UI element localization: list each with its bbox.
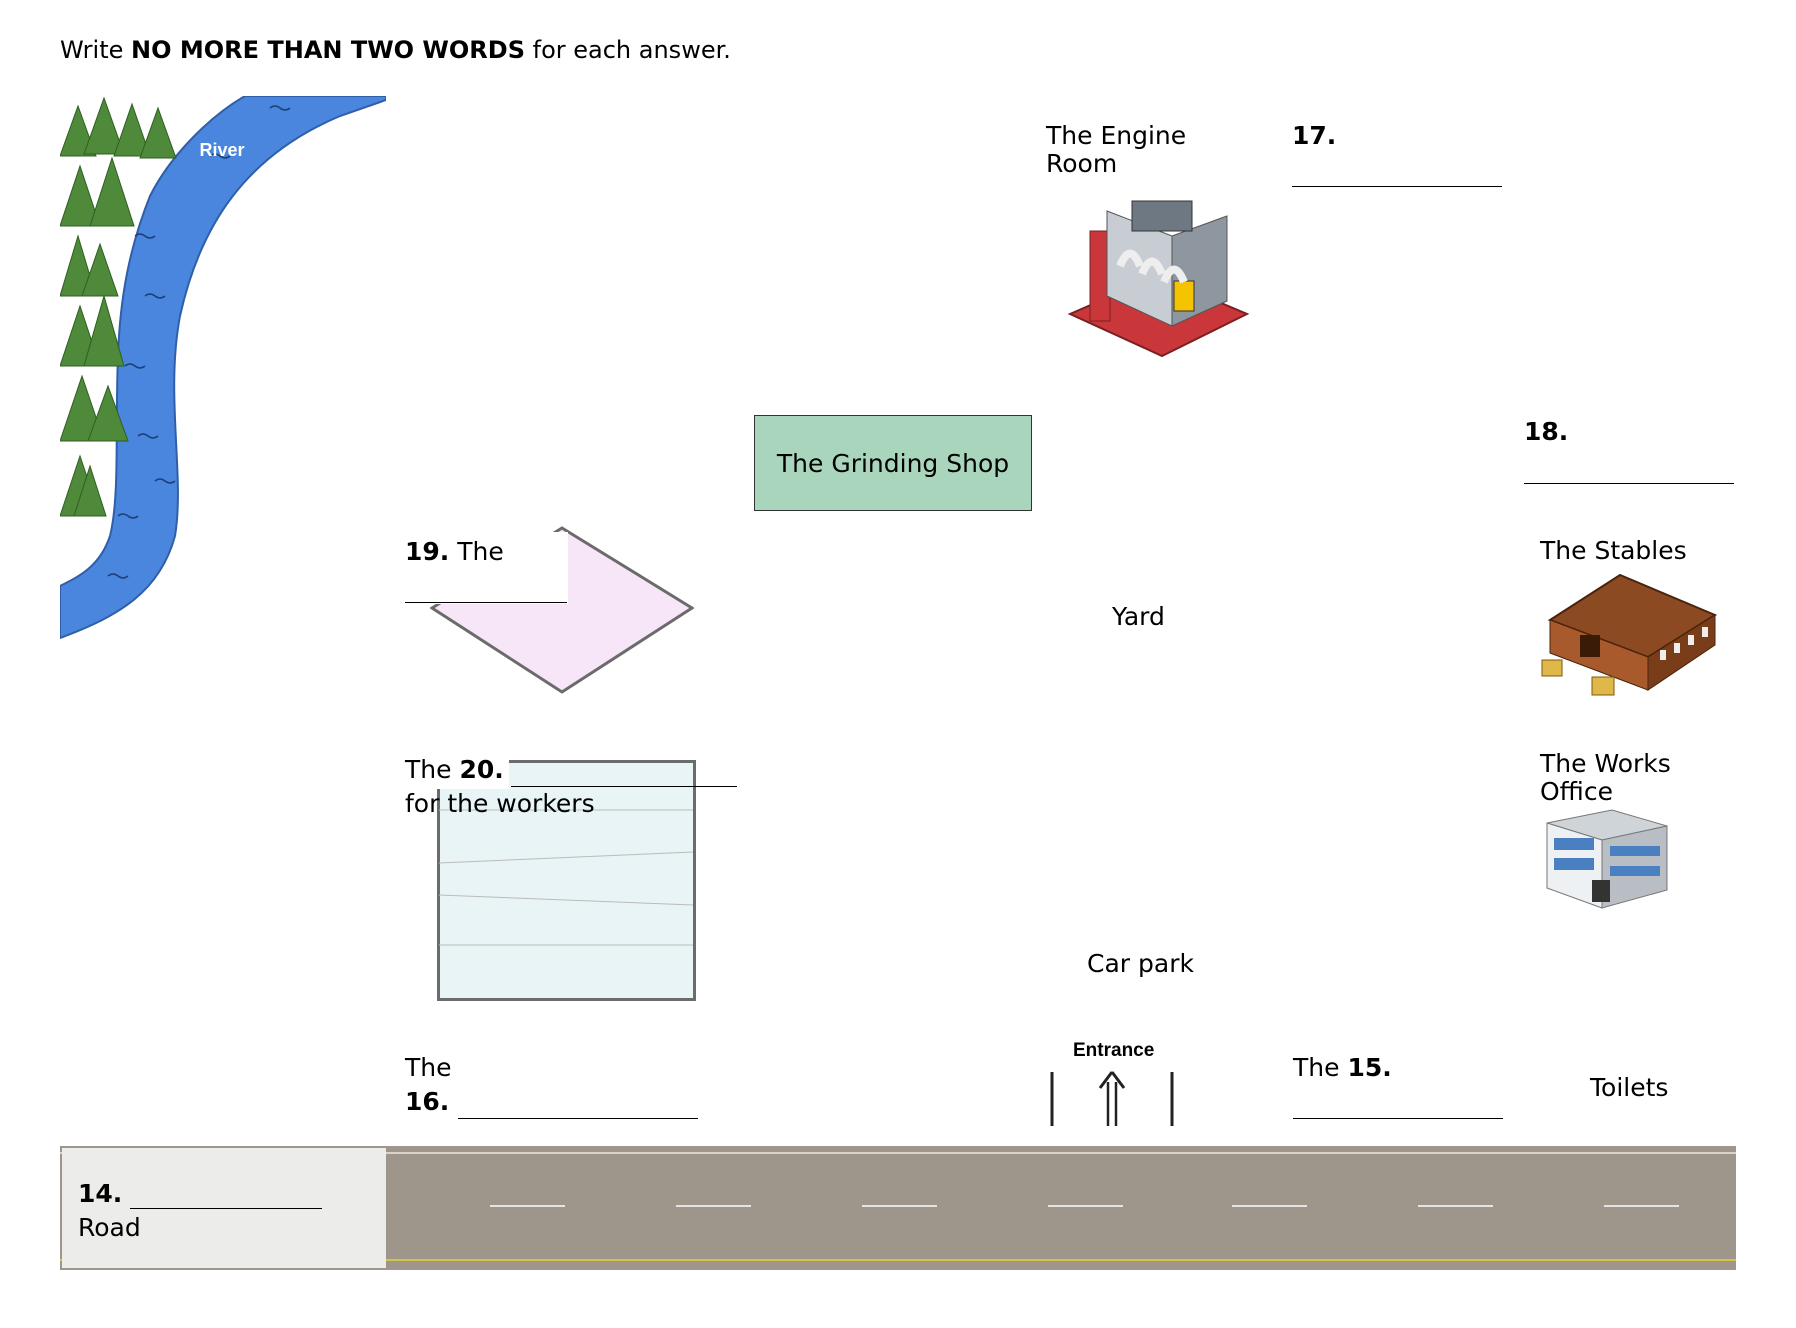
q14-answer-blank[interactable]: [130, 1208, 322, 1209]
q14-label-panel: 14. Road: [62, 1148, 386, 1268]
office-building-icon: [1542, 808, 1692, 922]
yard-label: Yard: [1112, 602, 1165, 631]
factory-icon: [1062, 196, 1252, 375]
river-label: River: [199, 140, 244, 160]
q15-answer-blank[interactable]: [1293, 1118, 1503, 1119]
river-area: River: [59, 95, 387, 676]
toilets-label: Toilets: [1590, 1073, 1669, 1102]
river-illustration: River: [59, 95, 387, 640]
q16-answer-blank[interactable]: [458, 1118, 698, 1119]
q15-label: The 15.: [1293, 1053, 1392, 1082]
instruction-prefix: Write: [60, 36, 131, 64]
instruction-suffix: for each answer.: [525, 36, 731, 64]
q18-answer-blank[interactable]: [1524, 483, 1734, 484]
grinding-shop-box: The Grinding Shop: [754, 415, 1032, 511]
arrow-up-icon: [1098, 1071, 1126, 1126]
q16-label-line1: The: [405, 1053, 452, 1082]
engine-room-label: The Engine Room: [1046, 121, 1187, 178]
q19-label: 19. The: [405, 537, 504, 566]
q20-label-line1: The 20.: [405, 755, 504, 784]
instruction-text: Write NO MORE THAN TWO WORDS for each an…: [60, 36, 731, 64]
q20-answer-blank[interactable]: [511, 786, 737, 787]
grinding-shop-label: The Grinding Shop: [776, 448, 1010, 478]
entrance-label: Entrance: [1073, 1040, 1155, 1061]
q17-number: 17.: [1292, 121, 1337, 150]
barn-icon: [1540, 565, 1720, 704]
stables-label: The Stables: [1540, 536, 1687, 565]
q19-answer-blank[interactable]: [405, 602, 567, 603]
works-office-label: The Works Office: [1540, 749, 1671, 806]
entrance-gate: [1048, 1068, 1176, 1134]
road: 14. Road: [60, 1146, 1736, 1270]
q18-number: 18.: [1524, 417, 1569, 446]
q14-number: 14.: [78, 1179, 123, 1208]
q14-road-label: Road: [78, 1213, 141, 1242]
car-park-label: Car park: [1087, 949, 1194, 978]
instruction-emphasis: NO MORE THAN TWO WORDS: [131, 36, 525, 64]
q17-answer-blank[interactable]: [1292, 186, 1502, 187]
q16-number: 16.: [405, 1087, 450, 1116]
q20-label-line2: for the workers: [405, 789, 595, 818]
